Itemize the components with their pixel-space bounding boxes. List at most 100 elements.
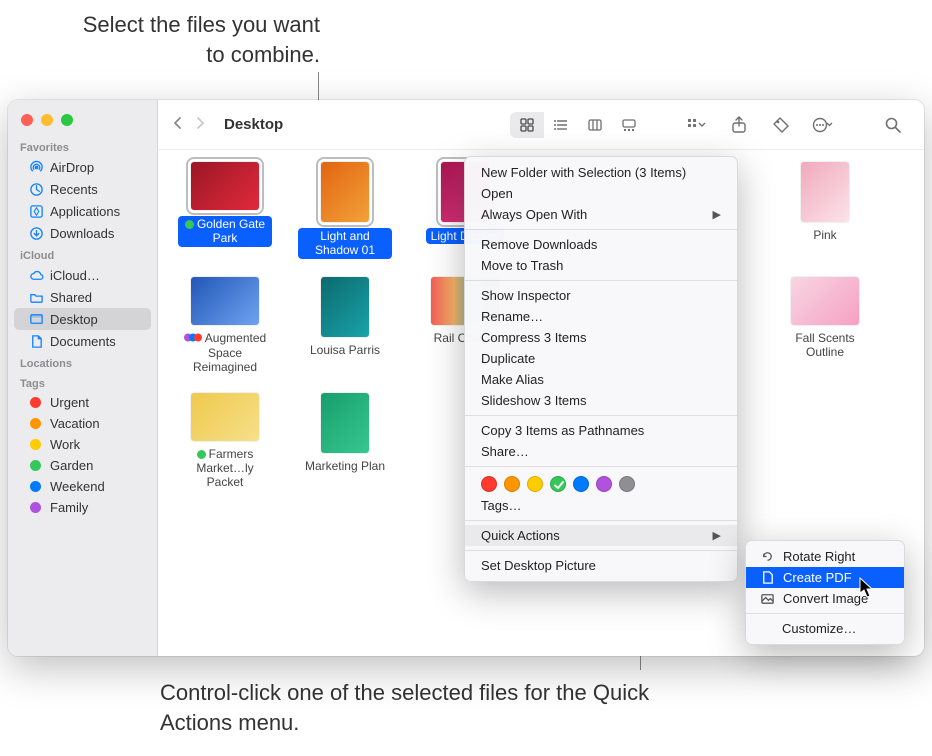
view-gallery-button[interactable] xyxy=(612,112,646,138)
file-label: Light and Shadow 01 xyxy=(298,228,392,259)
file-label: Louisa Parris xyxy=(310,343,380,357)
tag-color-option[interactable] xyxy=(481,476,497,492)
menu-separator xyxy=(465,415,737,416)
file-thumbnail xyxy=(791,277,859,325)
group-button[interactable] xyxy=(684,112,710,138)
nav-group xyxy=(168,112,210,137)
file-thumbnail xyxy=(801,162,849,222)
share-button[interactable] xyxy=(726,112,752,138)
sidebar-section-favorites: Favorites xyxy=(8,136,157,156)
menu-item-new-folder-with-selection-3-items[interactable]: New Folder with Selection (3 Items) xyxy=(465,162,737,183)
sidebar-item-family[interactable]: Family xyxy=(14,497,151,518)
tag-dot-icon xyxy=(30,418,41,429)
context-menu: New Folder with Selection (3 Items)OpenA… xyxy=(464,156,738,582)
tag-dot-icon xyxy=(30,460,41,471)
file-item[interactable]: Golden Gate Park xyxy=(178,162,272,259)
tags-button[interactable] xyxy=(768,112,794,138)
sidebar-item-label: Vacation xyxy=(50,416,100,431)
file-item[interactable]: Light and Shadow 01 xyxy=(298,162,392,259)
menu-separator xyxy=(465,280,737,281)
menu-item-share[interactable]: Share… xyxy=(465,441,737,462)
tag-color-option[interactable] xyxy=(619,476,635,492)
sidebar: Favorites AirDrop Recents Applications Down… xyxy=(8,100,158,656)
minimize-button[interactable] xyxy=(41,114,53,126)
menu-tags[interactable]: Tags… xyxy=(465,495,737,516)
sidebar-item-label: Work xyxy=(50,437,80,452)
menu-item-slideshow-3-items[interactable]: Slideshow 3 Items xyxy=(465,390,737,411)
back-button[interactable] xyxy=(168,112,188,137)
fullscreen-button[interactable] xyxy=(61,114,73,126)
sidebar-item-urgent[interactable]: Urgent xyxy=(14,392,151,413)
sidebar-item-recents[interactable]: Recents xyxy=(14,178,151,200)
airdrop-icon xyxy=(28,159,44,175)
sidebar-item-label: Family xyxy=(50,500,88,515)
file-thumbnail xyxy=(191,393,259,441)
sidebar-item-documents[interactable]: Documents xyxy=(14,330,151,352)
sidebar-item-weekend[interactable]: Weekend xyxy=(14,476,151,497)
file-item[interactable]: Farmers Market…ly Packet xyxy=(178,393,272,490)
file-thumbnail xyxy=(321,393,369,453)
view-list-button[interactable] xyxy=(544,112,578,138)
menu-item-copy-3-items-as-pathnames[interactable]: Copy 3 Items as Pathnames xyxy=(465,420,737,441)
sidebar-item-airdrop[interactable]: AirDrop xyxy=(14,156,151,178)
more-button[interactable] xyxy=(810,112,836,138)
tag-dot-icon xyxy=(30,481,41,492)
file-item[interactable]: Louisa Parris xyxy=(298,277,392,375)
sidebar-item-garden[interactable]: Garden xyxy=(14,455,151,476)
menu-item-compress-3-items[interactable]: Compress 3 Items xyxy=(465,327,737,348)
desktop-icon xyxy=(28,311,44,327)
view-icons-button[interactable] xyxy=(510,112,544,138)
file-item[interactable]: Pink xyxy=(778,162,872,259)
menu-item-remove-downloads[interactable]: Remove Downloads xyxy=(465,234,737,255)
tag-color-option[interactable] xyxy=(596,476,612,492)
sidebar-item-label: Applications xyxy=(50,204,120,219)
file-item[interactable]: Marketing Plan xyxy=(298,393,392,490)
close-button[interactable] xyxy=(21,114,33,126)
sidebar-item-desktop[interactable]: Desktop xyxy=(14,308,151,330)
sidebar-item-label: Shared xyxy=(50,290,92,305)
menu-item-move-to-trash[interactable]: Move to Trash xyxy=(465,255,737,276)
sidebar-item-work[interactable]: Work xyxy=(14,434,151,455)
menu-item-always-open-with[interactable]: Always Open With▶ xyxy=(465,204,737,225)
rotate-icon xyxy=(760,549,775,564)
menu-item-show-inspector[interactable]: Show Inspector xyxy=(465,285,737,306)
tag-color-option[interactable] xyxy=(504,476,520,492)
submenu-item-rotate-right[interactable]: Rotate Right xyxy=(746,546,904,567)
menu-item-duplicate[interactable]: Duplicate xyxy=(465,348,737,369)
sidebar-item-label: iCloud… xyxy=(50,268,100,283)
submenu-item-convert-image[interactable]: Convert Image xyxy=(746,588,904,609)
tag-color-option[interactable] xyxy=(573,476,589,492)
search-button[interactable] xyxy=(880,112,906,138)
menu-set-desktop-picture[interactable]: Set Desktop Picture xyxy=(465,555,737,576)
file-label: Marketing Plan xyxy=(305,459,385,473)
sidebar-item-label: AirDrop xyxy=(50,160,94,175)
sidebar-item-vacation[interactable]: Vacation xyxy=(14,413,151,434)
file-item[interactable]: Fall Scents Outline xyxy=(778,277,872,375)
sidebar-section-locations: Locations xyxy=(8,352,157,372)
tag-color-option[interactable] xyxy=(527,476,543,492)
forward-button[interactable] xyxy=(190,112,210,137)
file-thumbnail xyxy=(321,277,369,337)
file-thumbnail xyxy=(321,162,369,222)
sidebar-item-label: Documents xyxy=(50,334,116,349)
tag-color-option[interactable] xyxy=(550,476,566,492)
view-columns-button[interactable] xyxy=(578,112,612,138)
sidebar-item-shared[interactable]: Shared xyxy=(14,286,151,308)
window-title: Desktop xyxy=(224,116,283,133)
file-item[interactable]: Augmented Space Reimagined xyxy=(178,277,272,375)
clock-icon xyxy=(28,181,44,197)
file-label: Fall Scents Outline xyxy=(778,331,872,360)
menu-item-rename[interactable]: Rename… xyxy=(465,306,737,327)
sidebar-item-icloud-[interactable]: iCloud… xyxy=(14,264,151,286)
menu-quick-actions[interactable]: Quick Actions ▶ xyxy=(465,525,737,546)
sidebar-item-applications[interactable]: Applications xyxy=(14,200,151,222)
menu-item-open[interactable]: Open xyxy=(465,183,737,204)
annotation-select-files: Select the files you want to combine. xyxy=(60,10,320,69)
menu-separator xyxy=(746,613,904,614)
menu-item-make-alias[interactable]: Make Alias xyxy=(465,369,737,390)
file-thumbnail xyxy=(191,162,259,210)
submenu-customize[interactable]: Customize… xyxy=(746,618,904,639)
submenu-item-create-pdf[interactable]: Create PDF xyxy=(746,567,904,588)
tag-dot-icon xyxy=(30,397,41,408)
sidebar-item-downloads[interactable]: Downloads xyxy=(14,222,151,244)
